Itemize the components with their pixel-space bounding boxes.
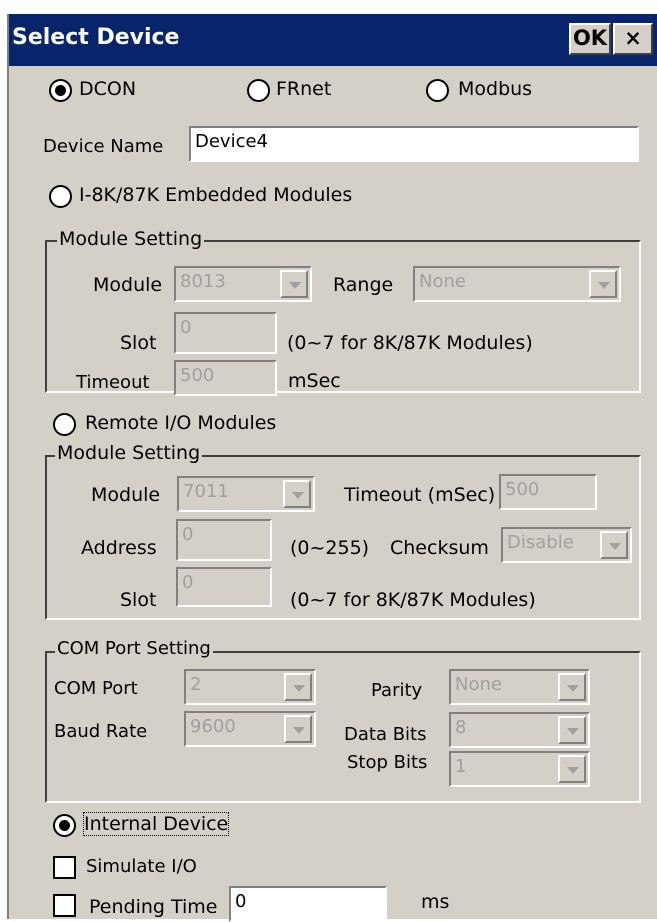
chevron-down-icon <box>589 270 617 298</box>
radio-dcon[interactable] <box>49 79 72 102</box>
stop-bits-value: 1 <box>455 756 467 777</box>
remote-slot-label: Slot <box>120 589 157 611</box>
chevron-down-icon <box>284 715 312 743</box>
embedded-module-value: 8013 <box>180 271 226 292</box>
title-bar: Select Device OK × <box>9 14 657 66</box>
embedded-slot-hint: (0~7 for 8K/87K Modules) <box>287 332 533 354</box>
com-port-label: COM Port <box>54 678 138 699</box>
chevron-down-icon <box>558 673 586 701</box>
radio-internal-device[interactable] <box>53 814 76 837</box>
radio-embedded-modules[interactable] <box>49 185 72 208</box>
device-name-label: Device Name <box>43 136 164 157</box>
embedded-slot-label: Slot <box>120 332 157 354</box>
radio-dot <box>59 820 70 831</box>
data-bits-select[interactable]: 8 <box>449 712 590 748</box>
chevron-down-icon <box>280 270 308 298</box>
chevron-down-icon <box>284 673 312 701</box>
address-label: Address <box>81 537 157 559</box>
embedded-module-select[interactable]: 8013 <box>174 266 312 302</box>
remote-timeout-input[interactable]: 500 <box>499 474 597 510</box>
stop-bits-select[interactable]: 1 <box>449 751 590 787</box>
remote-module-label: Module <box>91 484 161 506</box>
chevron-down-icon <box>558 755 586 783</box>
remote-slot-input[interactable]: 0 <box>176 567 272 607</box>
pending-time-unit: ms <box>421 891 450 913</box>
radio-dcon-label: DCON <box>79 78 137 100</box>
radio-internal-label: Internal Device <box>82 812 230 836</box>
com-group-title: COM Port Setting <box>55 638 213 659</box>
radio-modbus[interactable] <box>426 79 449 102</box>
address-input[interactable]: 0 <box>176 519 272 561</box>
pending-time-input[interactable]: 0 <box>229 886 387 922</box>
radio-frnet[interactable] <box>247 79 270 102</box>
checksum-select[interactable]: Disable <box>501 527 632 563</box>
baud-rate-select[interactable]: 9600 <box>184 711 316 747</box>
range-label: Range <box>333 274 394 296</box>
stop-bits-label: Stop Bits <box>347 752 428 773</box>
checksum-value: Disable <box>507 532 574 553</box>
parity-value: None <box>455 674 502 695</box>
embedded-timeout-unit: mSec <box>288 370 341 392</box>
chevron-down-icon <box>558 716 586 744</box>
radio-remote-modules[interactable] <box>53 413 76 436</box>
data-bits-value: 8 <box>455 717 467 738</box>
embedded-group-title: Module Setting <box>57 228 205 250</box>
remote-timeout-label: Timeout (mSec) <box>344 484 496 506</box>
com-port-select[interactable]: 2 <box>184 669 316 705</box>
baud-rate-label: Baud Rate <box>54 721 148 742</box>
range-select[interactable]: None <box>413 266 621 302</box>
embedded-slot-input[interactable]: 0 <box>174 312 277 354</box>
parity-select[interactable]: None <box>449 669 590 705</box>
device-name-input[interactable]: Device4 <box>189 126 639 162</box>
address-hint: (0~255) <box>290 537 370 559</box>
embedded-module-setting-group <box>45 240 641 393</box>
radio-dot <box>55 85 66 96</box>
checksum-label: Checksum <box>390 537 489 559</box>
dialog-title: Select Device <box>12 25 180 50</box>
simulate-io-label: Simulate I/O <box>86 856 197 877</box>
baud-rate-value: 9600 <box>190 716 236 737</box>
pending-time-checkbox[interactable] <box>53 894 76 917</box>
data-bits-label: Data Bits <box>344 724 427 745</box>
chevron-down-icon <box>600 531 628 559</box>
remote-slot-hint: (0~7 for 8K/87K Modules) <box>290 589 536 611</box>
radio-embedded-label: I-8K/87K Embedded Modules <box>79 184 353 206</box>
parity-label: Parity <box>371 680 423 701</box>
remote-group-title: Module Setting <box>55 442 203 464</box>
simulate-io-checkbox[interactable] <box>53 856 76 879</box>
range-value: None <box>419 271 466 292</box>
embedded-timeout-input[interactable]: 500 <box>174 360 277 396</box>
radio-remote-label: Remote I/O Modules <box>85 412 277 434</box>
embedded-module-label: Module <box>93 274 163 296</box>
close-button[interactable]: × <box>613 23 653 55</box>
select-device-dialog: Select Device OK × DCON FRnet Modbus Dev… <box>7 14 657 922</box>
radio-frnet-label: FRnet <box>276 78 332 100</box>
remote-module-value: 7011 <box>183 481 229 502</box>
com-port-value: 2 <box>190 674 202 695</box>
ok-button[interactable]: OK <box>569 23 611 55</box>
remote-module-select[interactable]: 7011 <box>177 476 315 512</box>
pending-time-label: Pending Time <box>89 896 218 918</box>
radio-modbus-label: Modbus <box>458 78 533 100</box>
chevron-down-icon <box>283 480 311 508</box>
embedded-timeout-label: Timeout <box>76 372 150 393</box>
